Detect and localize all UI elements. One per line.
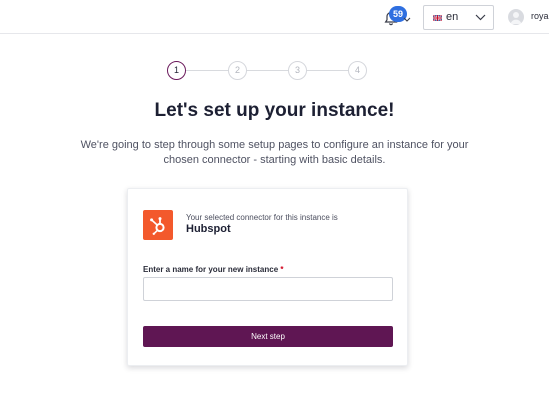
connector-name: Hubspot [186,223,231,235]
hubspot-logo-icon [143,210,173,240]
step-4: 4 [348,61,367,80]
next-step-button[interactable]: Next step [143,326,393,347]
step-3: 3 [288,61,307,80]
connector-caption: Your selected connector for this instanc… [186,213,338,222]
hubspot-sprocket-icon [150,217,165,235]
page-subtitle: We're going to step through some setup p… [80,139,469,166]
instance-name-input[interactable] [143,277,393,301]
instance-name-label: Enter a name for your new instance * [143,265,284,274]
step-connector [307,70,348,71]
page-title: Let's set up your instance! [154,100,395,121]
instance-setup-card: Your selected connector for this instanc… [127,188,408,366]
required-marker: * [280,265,284,274]
step-2: 2 [228,61,247,80]
step-connector [246,70,288,71]
instance-name-label-text: Enter a name for your new instance [143,265,279,274]
step-1: 1 [167,61,186,80]
stepper: 1 2 3 4 [0,0,549,80]
step-connector [186,70,228,71]
